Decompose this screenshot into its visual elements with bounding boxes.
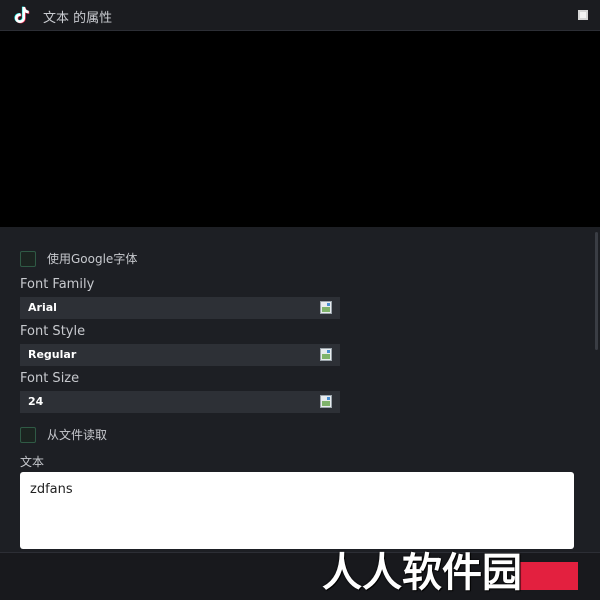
read-from-file-label: 从文件读取	[47, 428, 108, 442]
text-input-value: zdfans	[30, 482, 73, 497]
app-logo-icon	[14, 6, 30, 24]
font-style-value: Regular	[28, 348, 77, 361]
font-family-label: Font Family	[20, 277, 95, 292]
image-picker-icon[interactable]	[320, 395, 332, 408]
font-size-value: 24	[28, 395, 44, 408]
google-font-checkbox[interactable]	[20, 251, 36, 267]
window-title: 文本 的属性	[43, 11, 113, 26]
font-family-select[interactable]: Arial	[20, 297, 340, 319]
font-style-label: Font Style	[20, 324, 86, 339]
image-picker-icon[interactable]	[320, 348, 332, 361]
font-family-value: Arial	[28, 301, 57, 314]
font-size-select[interactable]: 24	[20, 391, 340, 413]
title-bar: 文本 的属性	[0, 0, 600, 31]
panel-scrollbar[interactable]	[595, 232, 598, 350]
properties-window: 文本 的属性 使用Google字体 Font Family Arial Font…	[0, 0, 600, 600]
text-preview-area	[0, 31, 600, 227]
read-from-file-checkbox[interactable]	[20, 427, 36, 443]
font-size-label: Font Size	[20, 371, 80, 386]
text-input[interactable]: zdfans	[20, 472, 574, 549]
text-label: 文本	[20, 455, 45, 469]
image-picker-icon[interactable]	[320, 301, 332, 314]
google-font-label: 使用Google字体	[47, 252, 138, 266]
ok-button[interactable]	[520, 562, 578, 590]
maximize-icon[interactable]	[578, 10, 588, 20]
watermark-text: 人人软件园	[322, 550, 522, 596]
font-style-select[interactable]: Regular	[20, 344, 340, 366]
